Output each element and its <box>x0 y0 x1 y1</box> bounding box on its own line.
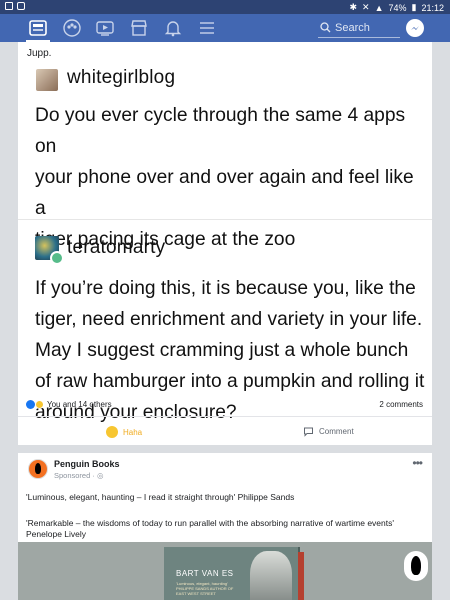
text-line: your phone over and over again and feel … <box>35 167 414 219</box>
messenger-button[interactable] <box>406 19 424 37</box>
tumblr-username: teratomarty <box>67 237 166 258</box>
comments-count[interactable]: 2 comments <box>379 400 423 409</box>
shared-tumblr-image[interactable]: whitegirlblog Do you ever cycle through … <box>18 66 432 432</box>
status-bar: ✱ ✕ ▲ 74% ▮ 21:12 <box>0 0 450 14</box>
book-author: BART VAN ES <box>176 569 234 578</box>
search-input[interactable]: Search <box>318 19 400 38</box>
ad-text: 'Remarkable – the wisdoms of today to ru… <box>26 518 394 539</box>
divider <box>18 416 432 417</box>
search-placeholder: Search <box>335 22 370 34</box>
ad-text: 'Luminous, elegant, haunting – I read it… <box>26 492 295 502</box>
text-line: Do you ever cycle through the same 4 app… <box>35 105 406 157</box>
penguin-logo-icon <box>404 551 428 581</box>
text-line: May I suggest cramming just a whole bunc… <box>35 340 409 361</box>
user-avatar <box>36 69 58 91</box>
post-caption: Jupp. <box>27 48 52 59</box>
watch-video-icon[interactable] <box>95 18 115 38</box>
portrait-image <box>250 551 292 600</box>
groups-icon[interactable] <box>62 18 82 38</box>
instagram-icon <box>17 2 25 10</box>
haha-reaction-icon <box>35 400 44 409</box>
battery-level: 74% <box>388 2 407 13</box>
comment-button[interactable]: Comment <box>303 426 354 437</box>
reblog-icon <box>50 251 64 265</box>
mute-icon: ✕ <box>362 2 370 12</box>
clock: 21:12 <box>421 2 444 13</box>
tumblr-post-text: Do you ever cycle through the same 4 app… <box>35 100 427 255</box>
text-line: of raw hamburger into a pumpkin and roll… <box>35 371 425 392</box>
divider <box>18 219 432 220</box>
book-spine <box>298 552 304 600</box>
menu-icon[interactable] <box>197 18 217 38</box>
page-name[interactable]: Penguin Books <box>54 459 120 469</box>
marketplace-icon[interactable] <box>129 18 149 38</box>
messenger-icon <box>411 26 419 30</box>
feed-post: Jupp. whitegirlblog Do you ever cycle th… <box>18 42 432 445</box>
bluetooth-icon: ✱ <box>349 2 358 12</box>
penguin-logo-avatar[interactable] <box>28 459 48 479</box>
globe-icon: ◎ <box>96 471 104 480</box>
reactions-text: You and 14 others <box>47 400 112 409</box>
comment-icon <box>304 427 313 437</box>
news-feed-icon[interactable] <box>28 18 48 38</box>
mail-icon <box>5 2 13 10</box>
signal-icon: ▲ <box>374 2 384 13</box>
text-line: tiger, need enrichment and variety in yo… <box>35 309 423 330</box>
haha-face-icon <box>106 426 118 438</box>
book-cover: BART VAN ES 'Luminous, elegant, haunting… <box>164 547 304 600</box>
like-reaction-icon <box>26 400 35 409</box>
haha-label: Haha <box>123 427 143 437</box>
book-blurb: 'Luminous, elegant, haunting' PHILIPPE S… <box>176 581 234 596</box>
search-icon <box>320 22 331 33</box>
text-line: If you’re doing this, it is because you,… <box>35 278 416 299</box>
sponsored-label: Sponsored · ◎ <box>54 471 104 480</box>
comment-label: Comment <box>319 427 354 436</box>
tumblr-username: whitegirlblog <box>67 67 176 88</box>
sponsored-post: Penguin Books Sponsored · ◎ ••• 'Luminou… <box>18 453 432 600</box>
more-options-icon[interactable]: ••• <box>412 456 423 470</box>
top-nav-bar: Search <box>0 14 450 42</box>
reactions-summary[interactable]: You and 14 others <box>26 400 112 409</box>
ad-image[interactable]: BART VAN ES 'Luminous, elegant, haunting… <box>18 542 432 600</box>
sponsored-text: Sponsored · <box>54 471 95 480</box>
notifications-bell-icon[interactable] <box>163 18 183 38</box>
battery-icon: ▮ <box>411 2 417 12</box>
haha-button[interactable]: Haha <box>106 426 142 438</box>
